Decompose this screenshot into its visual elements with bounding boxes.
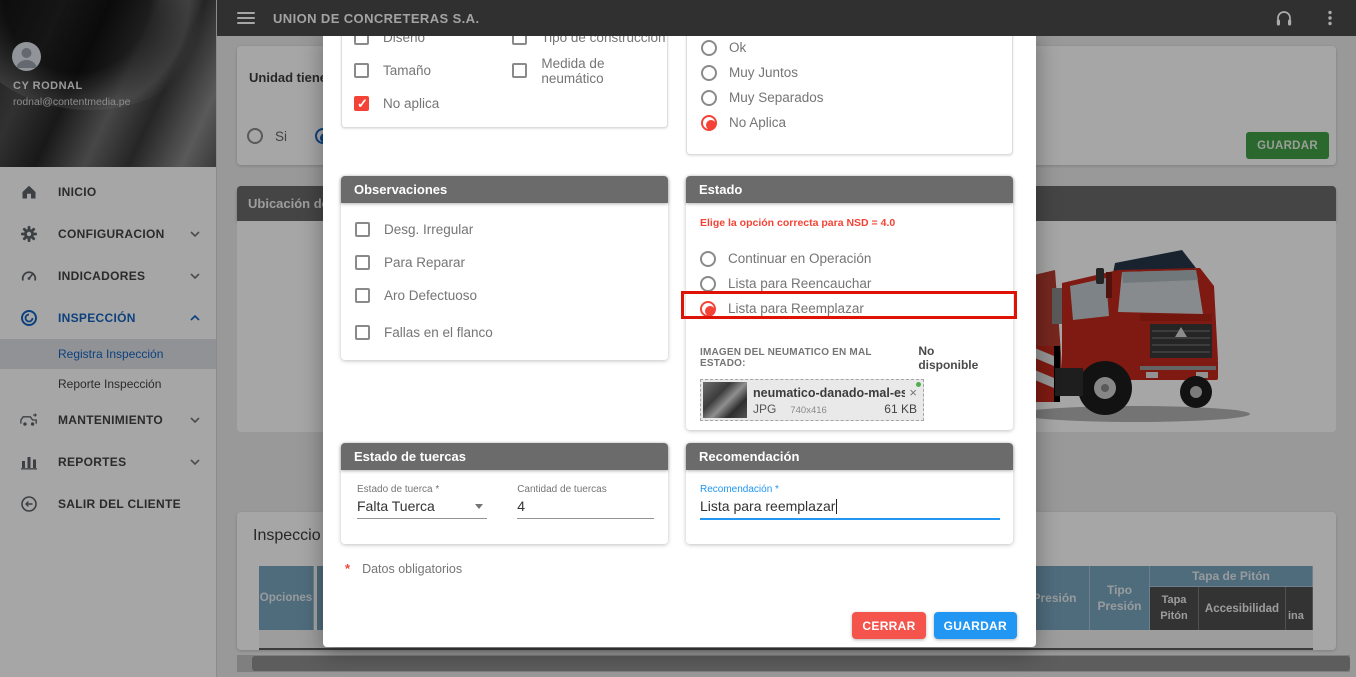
topbar: UNION DE CONCRETERAS S.A. (217, 0, 1356, 36)
radio-label: Muy Separados (729, 90, 824, 105)
radio-lista-reemplazar[interactable]: Lista para Reemplazar (700, 296, 999, 321)
select-caret-icon (475, 504, 483, 509)
more-vertical-icon[interactable] (1320, 8, 1340, 28)
recomendacion-card: Recomendación Recomendación * Lista para… (686, 443, 1013, 544)
checkbox-box (354, 63, 369, 78)
recomendacion-label: Recomendación * (700, 484, 1001, 495)
radio-circle-selected (701, 115, 717, 131)
checkbox-box (512, 63, 527, 78)
upload-status-dot (916, 382, 921, 387)
checkbox-label: Para Reparar (384, 255, 465, 270)
checkbox-desg-irregular[interactable]: Desg. Irregular (355, 213, 668, 246)
radio-continuar-operacion[interactable]: Continuar en Operación (700, 246, 999, 271)
checkbox-label: Medida de neumático (541, 56, 667, 86)
estado-header: Estado (686, 176, 1013, 203)
inspection-detail-modal: Diseño Tamaño No aplica Tipo de construc… (323, 28, 1036, 647)
checkbox-label: Fallas en el flanco (384, 325, 493, 340)
radio-label: Muy Juntos (729, 65, 798, 80)
estado-tuerca-label: Estado de tuerca * (357, 484, 487, 495)
cerrar-button[interactable]: CERRAR (852, 612, 925, 639)
checkbox-label: No aplica (383, 96, 439, 111)
file-type: JPG (753, 402, 776, 416)
radio-muy-juntos[interactable]: Muy Juntos (701, 60, 1012, 85)
app-title: UNION DE CONCRETERAS S.A. (273, 11, 479, 26)
file-dimensions: 740x416 (790, 405, 826, 416)
file-thumbnail (703, 382, 747, 418)
radio-ok[interactable]: Ok (701, 35, 1012, 60)
file-name: neumatico-danado-mal-es... (753, 386, 905, 400)
observaciones-card: Observaciones Desg. Irregular Para Repar… (341, 176, 668, 360)
radio-no-aplica[interactable]: No Aplica (701, 110, 1012, 135)
headset-icon[interactable] (1274, 8, 1294, 28)
radio-circle-selected (700, 301, 716, 317)
estado-tuerca-select[interactable]: Falta Tuerca (357, 495, 487, 519)
tuercas-header: Estado de tuercas (341, 443, 668, 470)
cantidad-tuercas-input[interactable]: 4 (517, 495, 654, 519)
text-cursor (836, 499, 837, 514)
checkbox-box (355, 288, 370, 303)
recomendacion-value: Lista para reemplazar (700, 498, 835, 514)
recomendacion-header: Recomendación (686, 443, 1013, 470)
checkbox-label: Tamaño (383, 63, 431, 78)
radio-label: Lista para Reencauchar (728, 276, 871, 291)
guardar-button[interactable]: GUARDAR (934, 612, 1017, 639)
radio-label: Ok (729, 40, 746, 55)
radio-circle (701, 65, 717, 81)
checkbox-tamano[interactable]: Tamaño (354, 54, 512, 87)
required-text: Datos obligatorios (362, 562, 462, 576)
radio-lista-reencauchar[interactable]: Lista para Reencauchar (700, 271, 999, 296)
checkbox-medida-neumatico[interactable]: Medida de neumático (512, 54, 667, 87)
file-meta: neumatico-danado-mal-es... × JPG 740x416… (747, 384, 921, 416)
no-disponible-label: No disponible (918, 344, 997, 372)
menu-icon[interactable] (237, 12, 255, 24)
estado-tuerca-field[interactable]: Estado de tuerca * Falta Tuerca (357, 484, 487, 519)
checkbox-box (355, 325, 370, 340)
file-attachment-chip[interactable]: neumatico-danado-mal-es... × JPG 740x416… (700, 379, 924, 421)
radio-circle (701, 40, 717, 56)
app-screen: CY RODNAL rodnal@contentmedia.pe INICIO (0, 0, 1356, 677)
checkbox-box (355, 255, 370, 270)
estado-tuerca-value: Falta Tuerca (357, 498, 435, 514)
required-note: * Datos obligatorios (345, 561, 462, 576)
cantidad-tuercas-field[interactable]: Cantidad de tuercas 4 (517, 484, 654, 519)
cantidad-tuercas-value: 4 (517, 498, 525, 514)
checkbox-box (355, 222, 370, 237)
nsd-hint: Elige la opción correcta para NSD = 4.0 (700, 217, 999, 229)
radio-circle (701, 90, 717, 106)
remove-file-icon[interactable]: × (905, 385, 917, 400)
estado-card: Estado Elige la opción correcta para NSD… (686, 176, 1013, 430)
cantidad-tuercas-label: Cantidad de tuercas (517, 484, 654, 495)
recomendacion-input[interactable]: Lista para reemplazar (700, 495, 1000, 520)
checkbox-label: Desg. Irregular (384, 222, 473, 237)
radio-muy-separados[interactable]: Muy Separados (701, 85, 1012, 110)
radio-label: Lista para Reemplazar (728, 301, 864, 316)
file-size: 61 KB (884, 402, 917, 416)
tuercas-card: Estado de tuercas Estado de tuerca * Fal… (341, 443, 668, 544)
checkbox-box-checked (354, 96, 369, 111)
radio-label: No Aplica (729, 115, 786, 130)
checkbox-fallas-flanco[interactable]: Fallas en el flanco (355, 316, 668, 349)
observaciones-header: Observaciones (341, 176, 668, 203)
checkbox-aro-defectuoso[interactable]: Aro Defectuoso (355, 279, 668, 312)
checkbox-label: Aro Defectuoso (384, 288, 477, 303)
radio-circle (700, 276, 716, 292)
checkbox-para-reparar[interactable]: Para Reparar (355, 246, 668, 279)
checkbox-no-aplica[interactable]: No aplica (354, 87, 512, 120)
required-star: * (345, 561, 350, 576)
image-section-label: IMAGEN DEL NEUMATICO EN MAL ESTADO: (700, 347, 918, 369)
radio-circle (700, 251, 716, 267)
radio-label: Continuar en Operación (728, 251, 871, 266)
